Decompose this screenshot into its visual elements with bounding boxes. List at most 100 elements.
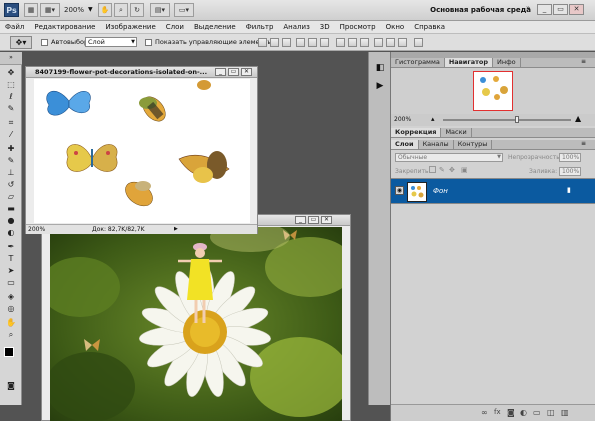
menu-help[interactable]: Справка <box>409 23 450 31</box>
eraser-tool-icon[interactable]: ▱ <box>5 192 17 202</box>
tab-layers[interactable]: Слои <box>391 140 419 149</box>
layer-style-icon[interactable]: fx <box>494 408 501 416</box>
eyedropper-tool-icon[interactable]: ⁄ <box>5 130 17 140</box>
history-brush-tool-icon[interactable]: ↺ <box>5 180 17 190</box>
butterflies-canvas[interactable] <box>34 79 250 223</box>
tab-histogram[interactable]: Гистограмма <box>391 58 445 67</box>
gradient-tool-icon[interactable]: ▬ <box>5 204 17 214</box>
butterflies-zoom[interactable]: 200% <box>28 225 45 234</box>
arrange-documents-button[interactable]: ▤▾ <box>150 3 170 17</box>
distribute-top-icon[interactable] <box>336 38 345 47</box>
toolbox-header[interactable]: » <box>0 52 22 65</box>
actions-panel-icon[interactable]: ▶ <box>374 80 386 92</box>
workspace-switcher[interactable]: Основная рабочая среда <box>424 3 537 17</box>
fill-field[interactable]: 100% <box>559 167 581 176</box>
menu-analysis[interactable]: Анализ <box>278 23 314 31</box>
shape-tool-icon[interactable]: ▭ <box>5 278 17 288</box>
butterflies-close-button[interactable]: ✕ <box>241 68 252 76</box>
close-button[interactable]: ✕ <box>569 4 584 15</box>
autoselect-dropdown[interactable]: Слой ▼ <box>85 37 137 47</box>
zoom-dropdown-icon[interactable]: ▼ <box>88 6 93 13</box>
menu-edit[interactable]: Редактирование <box>29 23 100 31</box>
3d-orbit-tool-icon[interactable]: ◎ <box>5 304 17 314</box>
minimize-button[interactable]: _ <box>537 4 552 15</box>
tab-info[interactable]: Инфо <box>493 58 521 67</box>
navigator-zoom-value[interactable]: 200% <box>394 116 411 123</box>
move-tool-preset-icon[interactable]: ✥▾ <box>10 36 32 49</box>
garden-canvas[interactable] <box>50 227 342 421</box>
opacity-field[interactable]: 100% <box>559 153 581 162</box>
brush-tool-icon[interactable]: ✎ <box>5 156 17 166</box>
move-tool-icon[interactable]: ✥ <box>5 68 17 78</box>
garden-close-button[interactable]: ✕ <box>321 216 332 224</box>
menu-3d[interactable]: 3D <box>315 23 335 31</box>
add-mask-icon[interactable]: ◙ <box>507 408 515 417</box>
new-group-icon[interactable]: ▭ <box>533 408 541 417</box>
rotate-view-button[interactable]: ↻ <box>130 3 144 17</box>
zoom-tool-button[interactable]: ⌕ <box>114 3 128 17</box>
distribute-left-icon[interactable] <box>374 38 383 47</box>
align-left-icon[interactable] <box>296 38 305 47</box>
hand-tool-icon[interactable]: ✋ <box>5 318 17 328</box>
restore-button[interactable]: ▭ <box>553 4 568 15</box>
autoselect-checkbox[interactable] <box>41 39 48 46</box>
delete-layer-icon[interactable]: ▥ <box>561 408 569 417</box>
quick-mask-icon[interactable]: ◙ <box>5 381 17 391</box>
menu-view[interactable]: Просмотр <box>335 23 381 31</box>
distribute-vcenter-icon[interactable] <box>348 38 357 47</box>
navigator-zoom-thumb[interactable] <box>515 116 519 123</box>
tab-channels[interactable]: Каналы <box>419 140 454 149</box>
healing-brush-tool-icon[interactable]: ✚ <box>5 144 17 154</box>
blend-mode-dropdown[interactable]: Обычные ▼ <box>395 153 503 162</box>
lock-all-icon[interactable]: ▣ <box>461 166 468 174</box>
butterflies-minimize-button[interactable]: _ <box>215 68 226 76</box>
layer-name[interactable]: Фон <box>433 187 448 195</box>
menu-filter[interactable]: Фильтр <box>241 23 279 31</box>
layer-visibility-eye-icon[interactable]: ◉ <box>395 186 404 195</box>
adjustment-layer-icon[interactable]: ◐ <box>520 408 527 417</box>
align-vcenter-icon[interactable] <box>270 38 279 47</box>
butterflies-restore-button[interactable]: ▭ <box>228 68 239 76</box>
auto-align-icon[interactable] <box>414 38 423 47</box>
menu-window[interactable]: Окно <box>381 23 410 31</box>
clone-stamp-tool-icon[interactable]: ⊥ <box>5 168 17 178</box>
marquee-tool-icon[interactable]: ⬚ <box>5 80 17 90</box>
zoom-out-icon[interactable]: ▴ <box>431 115 435 123</box>
navigator-thumbnail[interactable] <box>473 71 513 111</box>
align-bottom-icon[interactable] <box>282 38 291 47</box>
path-selection-tool-icon[interactable]: ➤ <box>5 266 17 276</box>
layer-row-background[interactable]: ◉ Фон ▮ <box>391 178 595 204</box>
garden-restore-button[interactable]: ▭ <box>308 216 319 224</box>
lock-position-icon[interactable]: ✥ <box>449 166 455 174</box>
crop-tool-icon[interactable]: ⌗ <box>5 118 17 128</box>
quick-select-tool-icon[interactable]: ✎ <box>5 104 17 114</box>
tab-paths[interactable]: Контуры <box>454 140 493 149</box>
menu-file[interactable]: Файл <box>0 23 29 31</box>
layers-menu-icon[interactable]: ≡ <box>581 140 586 147</box>
distribute-hcenter-icon[interactable] <box>386 38 395 47</box>
blur-tool-icon[interactable]: ● <box>5 216 17 226</box>
tab-navigator[interactable]: Навигатор <box>444 58 494 67</box>
lock-pixels-icon[interactable]: ✎ <box>439 166 445 174</box>
type-tool-icon[interactable]: T <box>5 254 17 264</box>
pen-tool-icon[interactable]: ✒ <box>5 242 17 252</box>
new-layer-icon[interactable]: ◫ <box>547 408 555 417</box>
zoom-in-icon[interactable]: ▲ <box>575 114 581 123</box>
distribute-right-icon[interactable] <box>398 38 407 47</box>
navigator-zoom-slider[interactable] <box>443 119 571 121</box>
bridge-button[interactable]: ▦ <box>24 3 38 17</box>
zoom-level-display[interactable]: 200% <box>64 6 84 14</box>
status-arrow-icon[interactable]: ▶ <box>174 225 178 234</box>
navigator-menu-icon[interactable]: ≡ <box>581 58 586 65</box>
dodge-tool-icon[interactable]: ◐ <box>5 228 17 238</box>
tab-masks[interactable]: Маски <box>441 128 472 137</box>
garden-minimize-button[interactable]: _ <box>295 216 306 224</box>
align-top-icon[interactable] <box>258 38 267 47</box>
menu-layers[interactable]: Слои <box>161 23 189 31</box>
lasso-tool-icon[interactable]: ℓ <box>5 92 17 102</box>
tab-adjustments[interactable]: Коррекция <box>391 128 442 137</box>
link-layers-icon[interactable]: ∞ <box>481 408 488 417</box>
zoom-tool-icon[interactable]: ⌕ <box>5 330 17 340</box>
menu-select[interactable]: Выделение <box>189 23 241 31</box>
align-right-icon[interactable] <box>320 38 329 47</box>
